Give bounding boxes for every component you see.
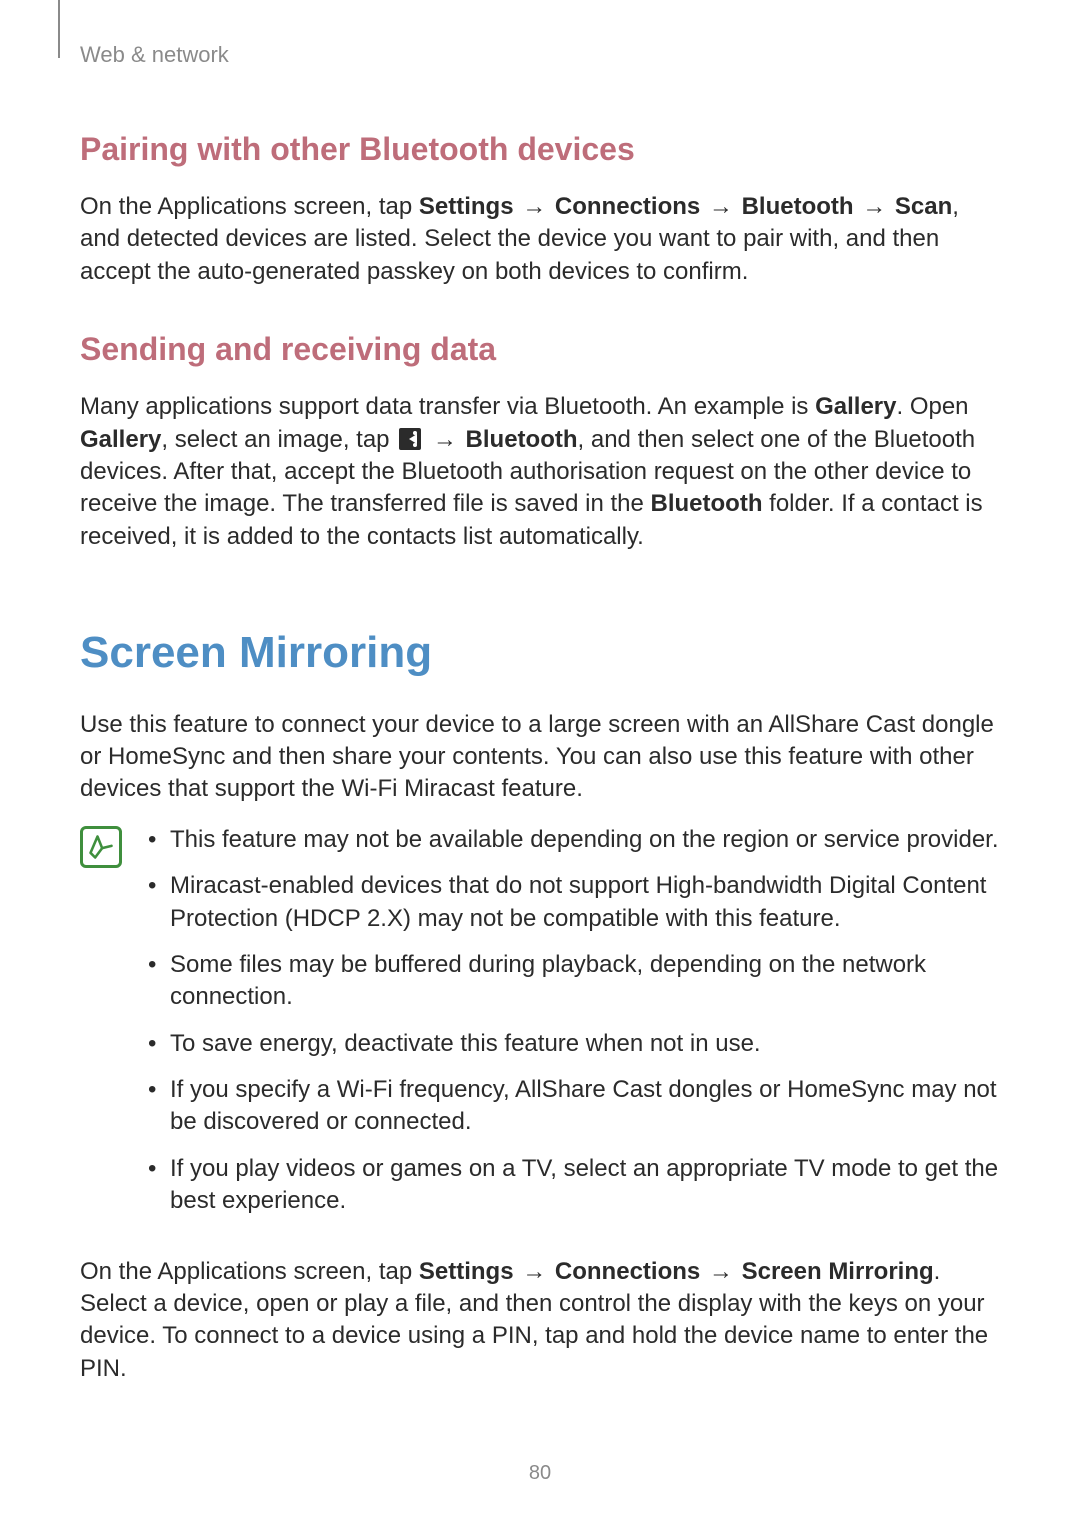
text: Many applications support data transfer … bbox=[80, 393, 815, 420]
label-bluetooth: Bluetooth bbox=[742, 193, 854, 220]
heading-pairing: Pairing with other Bluetooth devices bbox=[80, 128, 1000, 171]
para-pairing: On the Applications screen, tap Settings… bbox=[80, 191, 1000, 288]
label-gallery: Gallery bbox=[815, 393, 896, 420]
breadcrumb: Web & network bbox=[80, 40, 1000, 70]
label-bluetooth: Bluetooth bbox=[466, 426, 578, 453]
label-screen-mirroring: Screen Mirroring bbox=[742, 1258, 934, 1285]
text: , select an image, tap bbox=[161, 426, 396, 453]
arrow-icon: → bbox=[431, 424, 459, 456]
label-scan: Scan bbox=[895, 193, 952, 220]
para-sm-intro: Use this feature to connect your device … bbox=[80, 709, 1000, 806]
list-item: To save energy, deactivate this feature … bbox=[142, 1028, 1000, 1060]
label-connections: Connections bbox=[555, 1258, 700, 1285]
share-icon bbox=[399, 428, 421, 450]
arrow-icon: → bbox=[707, 191, 735, 223]
note-block: This feature may not be available depend… bbox=[80, 824, 1000, 1232]
arrow-icon: → bbox=[707, 1256, 735, 1288]
label-gallery: Gallery bbox=[80, 426, 161, 453]
document-page: Web & network Pairing with other Bluetoo… bbox=[0, 0, 1080, 1527]
label-connections: Connections bbox=[555, 193, 700, 220]
text: On the Applications screen, tap bbox=[80, 1258, 419, 1285]
arrow-icon: → bbox=[520, 191, 548, 223]
heading-screen-mirroring: Screen Mirroring bbox=[80, 623, 1000, 682]
label-settings: Settings bbox=[419, 193, 514, 220]
header-rule bbox=[58, 0, 60, 58]
text: On the Applications screen, tap bbox=[80, 193, 419, 220]
list-item: Miracast-enabled devices that do not sup… bbox=[142, 870, 1000, 935]
list-item: Some files may be buffered during playba… bbox=[142, 949, 1000, 1014]
page-number: 80 bbox=[0, 1460, 1080, 1487]
arrow-icon: → bbox=[520, 1256, 548, 1288]
list-item: If you specify a Wi-Fi frequency, AllSha… bbox=[142, 1074, 1000, 1139]
text: . Open bbox=[896, 393, 968, 420]
list-item: If you play videos or games on a TV, sel… bbox=[142, 1153, 1000, 1218]
label-bluetooth: Bluetooth bbox=[651, 490, 763, 517]
list-item: This feature may not be available depend… bbox=[142, 824, 1000, 856]
note-list: This feature may not be available depend… bbox=[142, 824, 1000, 1232]
heading-sending: Sending and receiving data bbox=[80, 328, 1000, 371]
label-settings: Settings bbox=[419, 1258, 514, 1285]
para-sm-outro: On the Applications screen, tap Settings… bbox=[80, 1256, 1000, 1386]
arrow-icon: → bbox=[860, 191, 888, 223]
note-icon bbox=[80, 826, 122, 868]
para-sending: Many applications support data transfer … bbox=[80, 391, 1000, 553]
